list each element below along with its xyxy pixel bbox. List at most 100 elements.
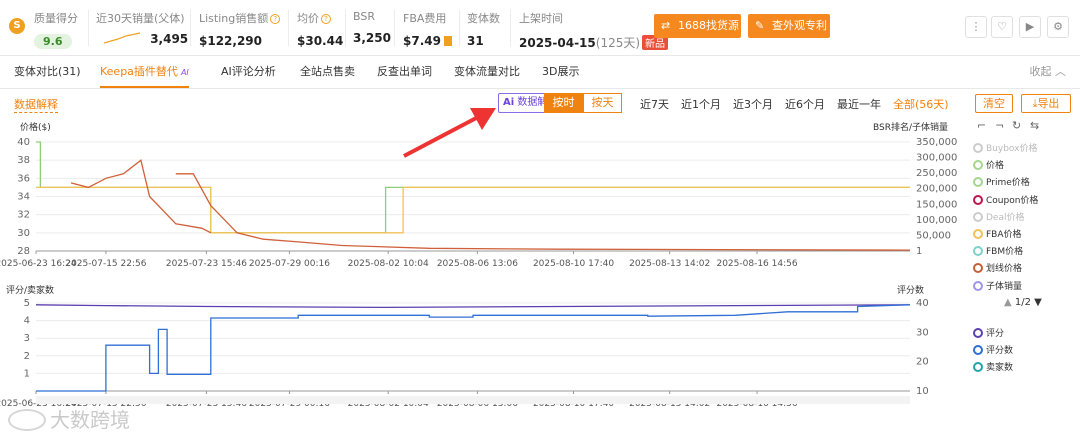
range-6m[interactable]: 近6个月 — [785, 96, 825, 112]
y2-tick-label: 30 — [916, 327, 929, 338]
clear-button[interactable]: 清空 — [975, 94, 1013, 113]
x-tick-label: 2025-08-16 14:56 — [716, 259, 797, 269]
range-1m[interactable]: 近1个月 — [681, 96, 721, 112]
y2-tick-label: 40 — [916, 298, 929, 309]
find-source-button[interactable]: ⇄ 1688找货源 — [654, 14, 741, 38]
patent-icon: ✎ — [755, 19, 765, 32]
data-explanation-link[interactable]: 数据解释 — [14, 96, 58, 113]
metric-label: 近30天销量(父体) — [96, 12, 185, 25]
legend-item[interactable]: FBA价格 — [973, 227, 1022, 240]
divider — [345, 10, 346, 46]
quality-score-badge: 9.6 — [34, 34, 72, 49]
x-tick-label: 2025-07-23 15:46 — [166, 259, 247, 269]
ai-icon: Ai — [503, 97, 515, 108]
tab-variant-compare[interactable]: 变体对比(31) — [14, 57, 81, 88]
legend-item[interactable]: 划线价格 — [973, 261, 1022, 274]
legend-item[interactable]: 价格 — [973, 158, 1004, 171]
tab-ai-review[interactable]: AI评论分析 — [221, 57, 276, 88]
legend-item[interactable]: 子体销量 — [973, 279, 1022, 292]
x-tick-label: 2025-08-16 14:56 — [716, 399, 797, 409]
range-7d[interactable]: 近7天 — [640, 96, 669, 112]
button-label: 1688找货源 — [678, 19, 739, 32]
video-icon[interactable]: ▶ — [1019, 16, 1041, 38]
gear-icon[interactable]: ⚙ — [1047, 16, 1069, 38]
collapse-button[interactable]: 收起 ︿ — [1030, 57, 1067, 87]
legend-label: Buybox价格 — [986, 144, 1038, 154]
swap-icon[interactable]: ⇆ — [1030, 119, 1039, 132]
series-line — [70, 159, 212, 234]
refresh-icon[interactable]: ↻ — [1012, 119, 1021, 132]
patent-search-button[interactable]: ✎ 查外观专利 — [748, 14, 830, 38]
legend-item[interactable]: Coupon价格 — [973, 193, 1038, 206]
more-icon[interactable]: ⋮ — [965, 16, 987, 38]
series-line — [35, 304, 911, 309]
legend-swatch-icon — [973, 177, 983, 188]
x-tick-label: 2025-08-13 14:02 — [629, 399, 710, 409]
y-tick-label: 3 — [24, 333, 30, 344]
toggle-daily[interactable]: 按天 — [583, 93, 622, 113]
tab-variant-traffic[interactable]: 变体流量对比 — [454, 57, 520, 88]
help-icon[interactable]: ? — [321, 14, 331, 24]
crop-alt-icon[interactable]: ¬ — [995, 119, 1004, 132]
x-tick-label: 2025-08-02 10:04 — [348, 259, 429, 269]
divider — [190, 10, 191, 46]
legend-swatch-icon — [973, 362, 983, 372]
series-line — [36, 304, 911, 392]
metrics-bar: S 质量得分 9.6 近30天销量(父体) 3,495 Listing销售额? … — [0, 0, 1080, 56]
x-tick-label: 2025-08-06 13:06 — [437, 399, 518, 409]
metric-label: 上架时间 — [519, 12, 563, 25]
legend-swatch-icon — [973, 246, 983, 257]
legend-item[interactable]: FBM价格 — [973, 244, 1023, 257]
legend-swatch-icon — [973, 160, 983, 171]
legend-label: Deal价格 — [986, 212, 1025, 223]
tab-reverse-keywords[interactable]: 反查出单词 — [377, 57, 432, 88]
tab-3d[interactable]: 3D展示 — [542, 57, 579, 88]
y-tick-label: 28 — [17, 246, 30, 257]
range-all[interactable]: 全部(56天) — [893, 96, 949, 112]
page-up-icon[interactable]: ▲ — [1004, 297, 1012, 308]
page-down-icon[interactable]: ▼ — [1034, 297, 1042, 308]
legend-label: 评分 — [986, 329, 1005, 339]
crop-icon[interactable]: ⌐ — [977, 119, 986, 132]
legend-item[interactable]: Buybox价格 — [973, 141, 1037, 154]
ai-interpret-button[interactable]: Ai 数据解读 — [498, 93, 546, 113]
x-tick-label: 2025-08-02 10:04 — [348, 399, 429, 409]
metric-bsr: BSR 3,250 — [353, 10, 391, 45]
tab-all-sites[interactable]: 全站点售卖 — [300, 57, 355, 88]
legend-item[interactable]: 评分 — [973, 326, 1004, 339]
help-icon[interactable]: ? — [270, 14, 281, 24]
divider — [288, 10, 289, 46]
export-button[interactable]: ⤓导出 — [1021, 94, 1071, 113]
legend-item[interactable]: Prime价格 — [973, 175, 1030, 188]
listed-days: (125天) — [595, 36, 641, 50]
metric-value: 2025-04-15 — [519, 36, 596, 50]
y2-tick-label: 1 — [916, 246, 922, 257]
toggle-hourly[interactable]: 按时 — [544, 93, 583, 113]
tab-keepa[interactable]: Keepa插件替代 AI — [100, 57, 189, 88]
y2-tick-label: 250,000 — [916, 168, 957, 179]
fba-detail-icon[interactable] — [443, 36, 452, 46]
button-label: 查外观专利 — [772, 19, 827, 32]
pager-text: 1/2 — [1014, 297, 1031, 308]
metric-label: 均价 — [297, 12, 319, 25]
watermark: 大数跨境 — [8, 404, 130, 433]
range-1y[interactable]: 最近一年 — [837, 96, 881, 112]
timeline-scrollbar — [36, 396, 910, 404]
x-tick-label: 2025-07-29 00:16 — [249, 259, 330, 269]
legend-item[interactable]: 评分数 — [973, 343, 1013, 356]
legend-label: Coupon价格 — [986, 195, 1039, 206]
legend-item[interactable]: Deal价格 — [973, 210, 1024, 223]
y-tick-label: 1 — [24, 368, 30, 379]
legend-item[interactable]: 卖家数 — [973, 360, 1013, 373]
watermark-logo-icon — [8, 409, 46, 431]
tab-label: Keepa插件替代 — [100, 65, 178, 78]
legend-label: 子体销量 — [986, 281, 1023, 292]
range-3m[interactable]: 近3个月 — [733, 96, 773, 112]
heart-icon[interactable]: ♡ — [991, 16, 1013, 38]
y2-tick-label: 150,000 — [916, 199, 957, 210]
rating-axis-title: 评分/卖家数 — [6, 286, 55, 296]
annotation-arrow — [403, 108, 496, 158]
legend-label: 评分数 — [986, 346, 1014, 356]
metric-revenue: Listing销售额? $122,290 — [199, 10, 281, 48]
metric-label: BSR — [353, 10, 375, 23]
